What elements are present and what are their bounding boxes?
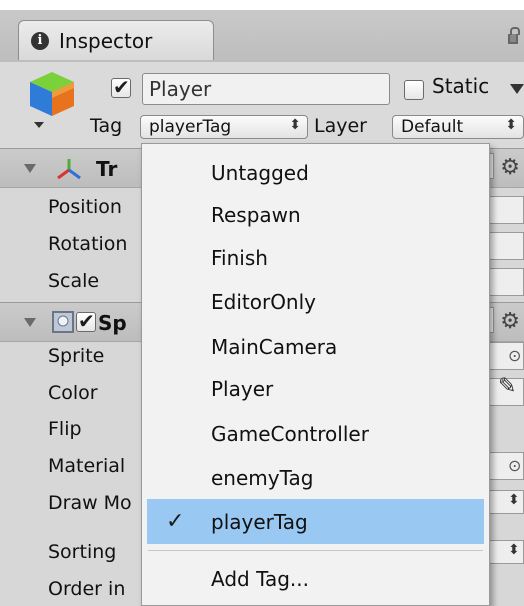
prop-position: Position bbox=[48, 196, 122, 218]
prop-color: Color bbox=[48, 382, 98, 404]
menu-item-player[interactable]: Player bbox=[142, 366, 489, 411]
static-checkbox[interactable] bbox=[404, 80, 424, 100]
menu-item-enemytag[interactable]: enemyTag bbox=[142, 455, 489, 500]
prop-rotation: Rotation bbox=[48, 233, 128, 255]
active-checkbox[interactable] bbox=[111, 75, 131, 99]
updown-arrow-icon: ⬍ bbox=[289, 117, 301, 133]
scale-field[interactable] bbox=[488, 268, 524, 296]
tab-inspector-label: Inspector bbox=[59, 28, 153, 53]
menu-item-editoronly[interactable]: EditorOnly bbox=[142, 279, 489, 324]
layer-label: Layer bbox=[314, 115, 367, 137]
foldout-arrow-icon[interactable] bbox=[24, 318, 36, 327]
menu-separator bbox=[148, 550, 483, 551]
rotation-field[interactable] bbox=[488, 232, 524, 260]
top-strip bbox=[0, 0, 524, 10]
tab-inspector[interactable]: i Inspector bbox=[18, 20, 214, 60]
object-picker-icon[interactable]: ⊙ bbox=[508, 456, 521, 475]
layer-dropdown-value: Default bbox=[401, 117, 464, 137]
gameobject-cube-icon bbox=[30, 72, 74, 116]
tag-dropdown-menu: Untagged Respawn Finish EditorOnly MainC… bbox=[141, 143, 490, 606]
prop-scale: Scale bbox=[48, 270, 100, 292]
sprite-renderer-enabled-checkbox[interactable] bbox=[76, 309, 96, 333]
menu-item-maincamera[interactable]: MainCamera bbox=[142, 324, 489, 369]
static-label: Static bbox=[432, 74, 490, 98]
menu-item-add-tag[interactable]: Add Tag... bbox=[142, 556, 489, 601]
tag-dropdown[interactable]: playerTag ⬍ bbox=[140, 115, 308, 139]
prop-order-in: Order in bbox=[48, 578, 126, 600]
prop-sorting: Sorting bbox=[48, 541, 117, 563]
tag-label: Tag bbox=[90, 115, 123, 137]
position-field[interactable] bbox=[488, 196, 524, 224]
lock-icon[interactable] bbox=[508, 27, 520, 44]
sprite-renderer-title: Sp bbox=[98, 311, 127, 335]
gear-icon[interactable]: ⚙ bbox=[500, 309, 520, 334]
cube-dropdown-arrow-icon[interactable] bbox=[34, 122, 44, 128]
menu-item-gamecontroller[interactable]: GameController bbox=[142, 411, 489, 456]
transform-axes-icon bbox=[57, 159, 81, 180]
updown-arrow-icon: ⬍ bbox=[508, 492, 520, 508]
menu-item-respawn[interactable]: Respawn bbox=[142, 192, 489, 237]
menu-item-finish[interactable]: Finish bbox=[142, 235, 489, 280]
checkmark-icon: ✓ bbox=[166, 509, 185, 534]
static-dropdown-arrow-icon[interactable] bbox=[510, 84, 524, 94]
prop-draw-mode: Draw Mo bbox=[48, 492, 132, 514]
info-icon: i bbox=[31, 31, 49, 50]
name-field[interactable]: Player bbox=[142, 73, 390, 105]
gear-icon[interactable]: ⚙ bbox=[500, 155, 520, 180]
menu-item-untagged[interactable]: Untagged bbox=[142, 150, 489, 195]
prop-material: Material bbox=[48, 455, 126, 477]
sprite-renderer-icon bbox=[52, 311, 74, 333]
prop-sprite: Sprite bbox=[48, 345, 105, 367]
updown-arrow-icon: ⬍ bbox=[505, 117, 517, 133]
menu-item-playertag[interactable]: ✓ playerTag bbox=[147, 499, 484, 544]
foldout-arrow-icon[interactable] bbox=[24, 164, 36, 173]
eyedropper-icon[interactable]: ✎ bbox=[498, 374, 516, 399]
transform-title: Tr bbox=[96, 157, 118, 181]
tag-dropdown-value: playerTag bbox=[149, 117, 232, 137]
object-picker-icon[interactable]: ⊙ bbox=[508, 346, 521, 365]
layer-dropdown[interactable]: Default ⬍ bbox=[392, 115, 524, 139]
updown-arrow-icon: ⬍ bbox=[508, 542, 520, 558]
prop-flip: Flip bbox=[48, 418, 82, 440]
name-field-value: Player bbox=[149, 77, 212, 101]
